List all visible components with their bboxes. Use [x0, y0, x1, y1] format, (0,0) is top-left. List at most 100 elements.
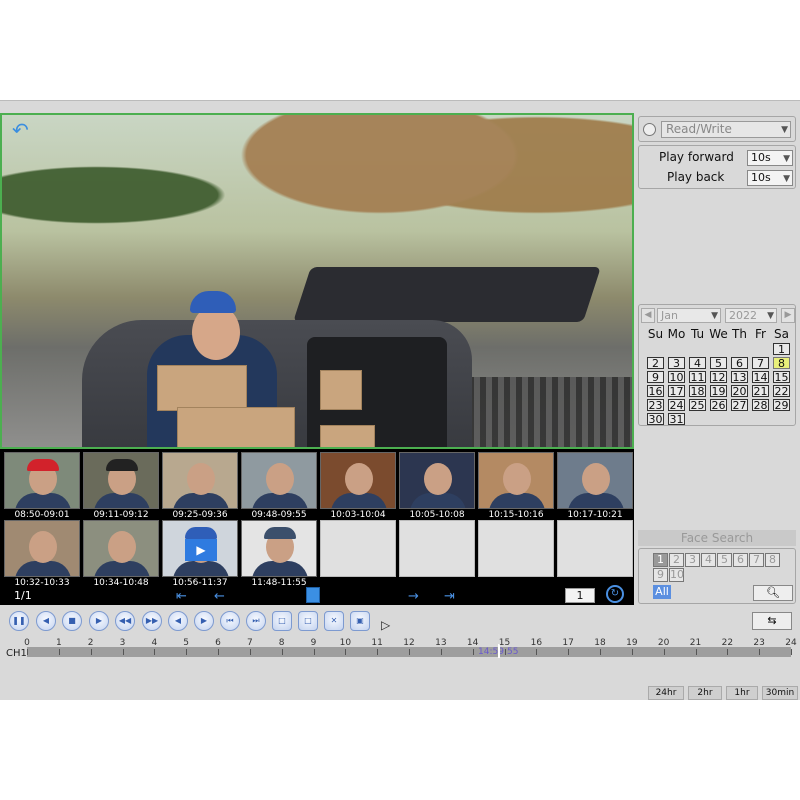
previous-icon[interactable]: ⏮ — [220, 611, 240, 631]
calendar-day[interactable]: 21 — [750, 385, 771, 399]
zoom-1hr-button[interactable]: 1hr — [726, 686, 758, 700]
fast-forward-icon[interactable]: ▶▶ — [142, 611, 162, 631]
calendar-day[interactable]: 17 — [666, 385, 687, 399]
calendar-day[interactable]: 15 — [771, 371, 792, 385]
face-number-button[interactable]: 1 — [653, 553, 668, 567]
timeline-tick — [345, 649, 347, 655]
calendar-day[interactable]: 25 — [687, 399, 708, 413]
video-player[interactable] — [0, 113, 634, 449]
face-number-button[interactable]: 7 — [749, 553, 764, 567]
calendar-day[interactable]: 18 — [687, 385, 708, 399]
mode-radio[interactable] — [643, 123, 656, 136]
calendar-day[interactable]: 5 — [708, 357, 729, 371]
face-number-button[interactable]: 2 — [669, 553, 684, 567]
play-forward-select[interactable]: 10s ▼ — [747, 150, 793, 166]
frame-forward-icon[interactable]: ▶ — [89, 611, 109, 631]
calendar-day[interactable]: 10 — [666, 371, 687, 385]
face-number-button[interactable]: 6 — [733, 553, 748, 567]
calendar-day[interactable]: 28 — [750, 399, 771, 413]
event-thumbnail[interactable] — [320, 452, 396, 509]
next-month-icon[interactable]: ▶ — [781, 308, 795, 323]
event-thumbnail[interactable] — [557, 452, 633, 509]
event-thumbnail[interactable] — [241, 520, 317, 577]
event-thumbnail[interactable] — [478, 452, 554, 509]
refresh-icon[interactable]: ↻ — [606, 585, 624, 603]
calendar-day[interactable]: 19 — [708, 385, 729, 399]
calendar-day[interactable]: 14 — [750, 371, 771, 385]
skip-forward-icon[interactable]: ▶ — [194, 611, 214, 631]
calendar-day[interactable]: 7 — [750, 357, 771, 371]
skip-back-icon[interactable]: ◀ — [168, 611, 188, 631]
next-page-icon[interactable]: → — [408, 589, 419, 604]
pause-icon[interactable]: ❚❚ — [9, 611, 29, 631]
calendar-day[interactable]: 13 — [729, 371, 750, 385]
first-page-icon[interactable]: ⇤ — [176, 589, 187, 604]
stop-icon[interactable]: ■ — [62, 611, 82, 631]
back-arrow-icon[interactable]: ↶ — [12, 118, 29, 142]
calendar-day[interactable]: 4 — [687, 357, 708, 371]
thumbnail-face — [345, 463, 373, 495]
event-thumbnail[interactable] — [83, 520, 159, 577]
calendar-day[interactable]: 20 — [729, 385, 750, 399]
save-icon[interactable]: ▣ — [350, 611, 370, 631]
calendar-day[interactable]: 16 — [645, 385, 666, 399]
thumbnail-scroll-handle[interactable] — [306, 587, 320, 603]
calendar-day[interactable]: 3 — [666, 357, 687, 371]
year-select[interactable]: 2022 ▼ — [725, 308, 777, 323]
calendar-day[interactable]: 27 — [729, 399, 750, 413]
calendar-day[interactable]: 9 — [645, 371, 666, 385]
mode-select[interactable]: Read/Write ▼ — [661, 121, 791, 138]
play-icon[interactable]: ▷ — [381, 618, 390, 632]
month-select[interactable]: Jan ▼ — [657, 308, 721, 323]
event-thumbnail[interactable] — [83, 452, 159, 509]
thumbnail-hat — [264, 527, 296, 539]
calendar-day-label: 14 — [752, 371, 769, 384]
face-number-button[interactable]: 8 — [765, 553, 780, 567]
page-number-input[interactable]: 1 — [565, 588, 595, 603]
clip-icon[interactable]: □ — [272, 611, 292, 631]
play-badge-icon[interactable]: ▶ — [185, 539, 217, 561]
calendar-day[interactable]: 12 — [708, 371, 729, 385]
next-icon[interactable]: ⏭ — [246, 611, 266, 631]
calendar-day[interactable]: 22 — [771, 385, 792, 399]
event-thumbnail[interactable] — [4, 452, 80, 509]
play-back-select[interactable]: 10s ▼ — [747, 170, 793, 186]
event-thumbnail[interactable] — [162, 452, 238, 509]
face-all-button[interactable]: All — [653, 585, 671, 599]
zoom-30min-button[interactable]: 30min — [762, 686, 798, 700]
zoom-2hr-button[interactable]: 2hr — [688, 686, 722, 700]
event-thumbnail[interactable] — [241, 452, 317, 509]
calendar-day[interactable]: 8 — [771, 357, 792, 371]
zoom-24hr-button[interactable]: 24hr — [648, 686, 684, 700]
face-number-button[interactable]: 5 — [717, 553, 732, 567]
face-search-button[interactable]: 🔍︎ — [753, 585, 793, 601]
prev-month-icon[interactable]: ◀ — [641, 308, 655, 323]
backup-icon[interactable]: □ — [298, 611, 318, 631]
calendar-day[interactable]: 1 — [771, 343, 792, 357]
calendar-day[interactable]: 31 — [666, 413, 687, 427]
last-page-icon[interactable]: ⇥ — [444, 589, 455, 604]
reverse-play-icon[interactable]: ◀ — [36, 611, 56, 631]
event-thumbnail[interactable] — [4, 520, 80, 577]
calendar-day[interactable]: 6 — [729, 357, 750, 371]
thumbnail-shoulders — [489, 493, 545, 508]
calendar-day[interactable]: 26 — [708, 399, 729, 413]
prev-page-icon[interactable]: ← — [214, 589, 225, 604]
timeline-tick — [472, 649, 474, 655]
face-number-button[interactable]: 9 — [653, 568, 668, 582]
face-number-button[interactable]: 10 — [669, 568, 684, 582]
face-number-button[interactable]: 3 — [685, 553, 700, 567]
calendar-day[interactable]: 30 — [645, 413, 666, 427]
calendar-day[interactable]: 29 — [771, 399, 792, 413]
rewind-icon[interactable]: ◀◀ — [115, 611, 135, 631]
calendar-day[interactable]: 23 — [645, 399, 666, 413]
face-number-button[interactable]: 4 — [701, 553, 716, 567]
calendar-day[interactable]: 11 — [687, 371, 708, 385]
timeline-tick — [600, 649, 601, 655]
event-thumbnail[interactable]: ▶ — [162, 520, 238, 577]
calendar-day[interactable]: 24 — [666, 399, 687, 413]
switch-view-button[interactable]: ⇆ — [752, 612, 792, 630]
close-icon[interactable]: ✕ — [324, 611, 344, 631]
event-thumbnail[interactable] — [399, 452, 475, 509]
calendar-day[interactable]: 2 — [645, 357, 666, 371]
